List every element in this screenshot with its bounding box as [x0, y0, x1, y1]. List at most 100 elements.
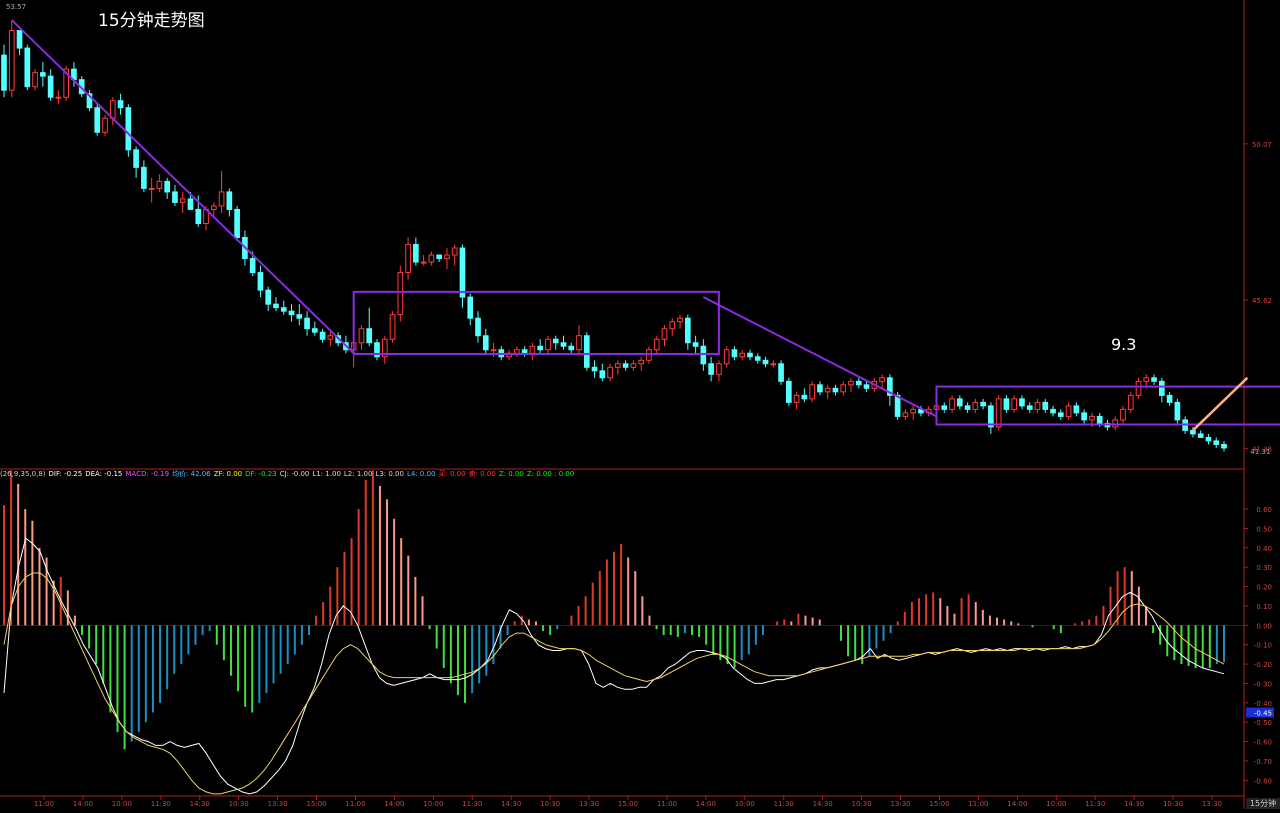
candle-body	[537, 345, 544, 351]
candle-body	[55, 96, 62, 99]
candle-body	[490, 349, 497, 352]
time-tick-label: 14:00	[73, 800, 93, 808]
time-tick-label: 10:00	[423, 800, 443, 808]
candle-body	[879, 377, 885, 382]
candle-body	[187, 198, 194, 210]
time-tick-label: 11:30	[462, 800, 482, 808]
candle-body	[1050, 408, 1056, 414]
candle-body	[117, 100, 124, 109]
time-tick-label: 10:30	[540, 800, 560, 808]
candle-body	[529, 345, 536, 354]
candle-body	[692, 342, 699, 347]
candle-body	[1127, 394, 1134, 410]
candle-body	[172, 191, 178, 203]
time-tick-label: 10:30	[852, 800, 872, 808]
candle-body	[94, 107, 101, 133]
candle-body	[1166, 394, 1173, 403]
candle-body	[482, 335, 489, 351]
candle-body	[591, 366, 598, 372]
candle-body	[1011, 398, 1018, 410]
candle-body	[778, 363, 784, 382]
candle-body	[1057, 412, 1064, 417]
macd-tick-label: 0.60	[1256, 506, 1272, 514]
indicator-item: CJ: -0.00	[279, 470, 310, 478]
candle-body	[280, 307, 287, 312]
high-price-label: 53.57	[6, 3, 26, 11]
candle-body	[304, 317, 310, 330]
candle-body	[1159, 380, 1165, 396]
indicator-item: L2: 1.00	[343, 470, 373, 478]
candle-body	[366, 328, 373, 344]
candle-body	[995, 398, 1002, 428]
candle-body	[848, 380, 854, 386]
candle-body	[40, 72, 46, 77]
candle-body	[8, 30, 15, 91]
candle-body	[661, 328, 668, 340]
indicator-item: (26,9,35,0,8)	[0, 470, 46, 478]
candle-body	[630, 363, 637, 368]
candle-body	[576, 335, 582, 351]
candle-body	[1, 54, 7, 91]
time-axis: 11:00 14:00 10:00 11:30 14:30 10:30 13:30 15:00…	[34, 796, 1222, 808]
candle-body	[902, 412, 909, 417]
candle-body	[102, 117, 108, 133]
candle-body	[24, 47, 31, 88]
chart-canvas[interactable]: 50.07 45.62 41.38 53.57 41.31 0.60 0.50 0.40 0.…	[0, 0, 1280, 809]
candle-body	[1221, 443, 1227, 449]
candle-body	[545, 338, 551, 351]
time-tick-label: 14:00	[1007, 800, 1027, 808]
candle-body	[234, 208, 240, 239]
candle-body	[684, 317, 691, 344]
low-price-label: 41.31	[1250, 448, 1270, 456]
candle-body	[1034, 401, 1041, 410]
candle-body	[265, 289, 272, 305]
candle-body	[195, 208, 202, 224]
candle-body	[420, 261, 427, 264]
candle-body	[436, 254, 442, 260]
candle-body	[560, 342, 567, 347]
candle-body	[428, 254, 435, 263]
candle-body	[1073, 405, 1080, 414]
candle-body	[141, 166, 147, 189]
candle-body	[980, 401, 986, 407]
candle-body	[638, 359, 645, 365]
candle-body	[793, 394, 800, 403]
candle-body	[599, 370, 606, 379]
candle-body	[1135, 380, 1142, 396]
price-tick-label: 45.62	[1252, 297, 1272, 305]
indicator-item: 买: 0.00	[438, 470, 466, 478]
candle-body	[809, 384, 815, 400]
candle-body	[622, 363, 629, 368]
indicator-item: L3: 0.00	[375, 470, 404, 478]
candle-body	[669, 321, 676, 330]
pattern-overlays	[11, 19, 1280, 432]
candle-body	[863, 384, 870, 389]
timeframe-button[interactable]: 15分钟	[1246, 798, 1280, 809]
candle-body	[1081, 412, 1087, 421]
candle-body	[1019, 398, 1025, 407]
candle-body	[413, 244, 419, 263]
macd-tick-label: -0.50	[1254, 719, 1272, 727]
candle-body	[125, 107, 132, 151]
stock-chart-svg[interactable]: 50.0745.6241.3853.5741.31 0.600.500.400.…	[0, 0, 1280, 809]
time-tick-label: 15:00	[929, 800, 949, 808]
time-tick-label: 13:30	[1202, 800, 1222, 808]
macd-tick-label: -0.40	[1254, 700, 1272, 708]
time-tick-label: 15:00	[618, 800, 638, 808]
indicator-item: DF: -0.23	[245, 470, 277, 478]
time-tick-label: 11:30	[1085, 800, 1105, 808]
candle-body	[1089, 415, 1095, 421]
candle-body	[552, 338, 559, 344]
macd-tick-label: -0.80	[1254, 777, 1272, 785]
candle-body	[444, 254, 450, 260]
chart-title: 15分钟走势图	[98, 11, 205, 31]
macd-tick-label: 0.40	[1256, 545, 1272, 553]
time-tick-label: 11:00	[345, 800, 365, 808]
candle-body	[615, 363, 621, 368]
candle-body	[1205, 436, 1212, 442]
candle-body	[568, 345, 575, 351]
candle-body	[1096, 415, 1103, 424]
macd-tick-label: -0.30	[1254, 680, 1272, 688]
downtrend-line	[702, 296, 937, 418]
candle-body	[1143, 377, 1150, 382]
